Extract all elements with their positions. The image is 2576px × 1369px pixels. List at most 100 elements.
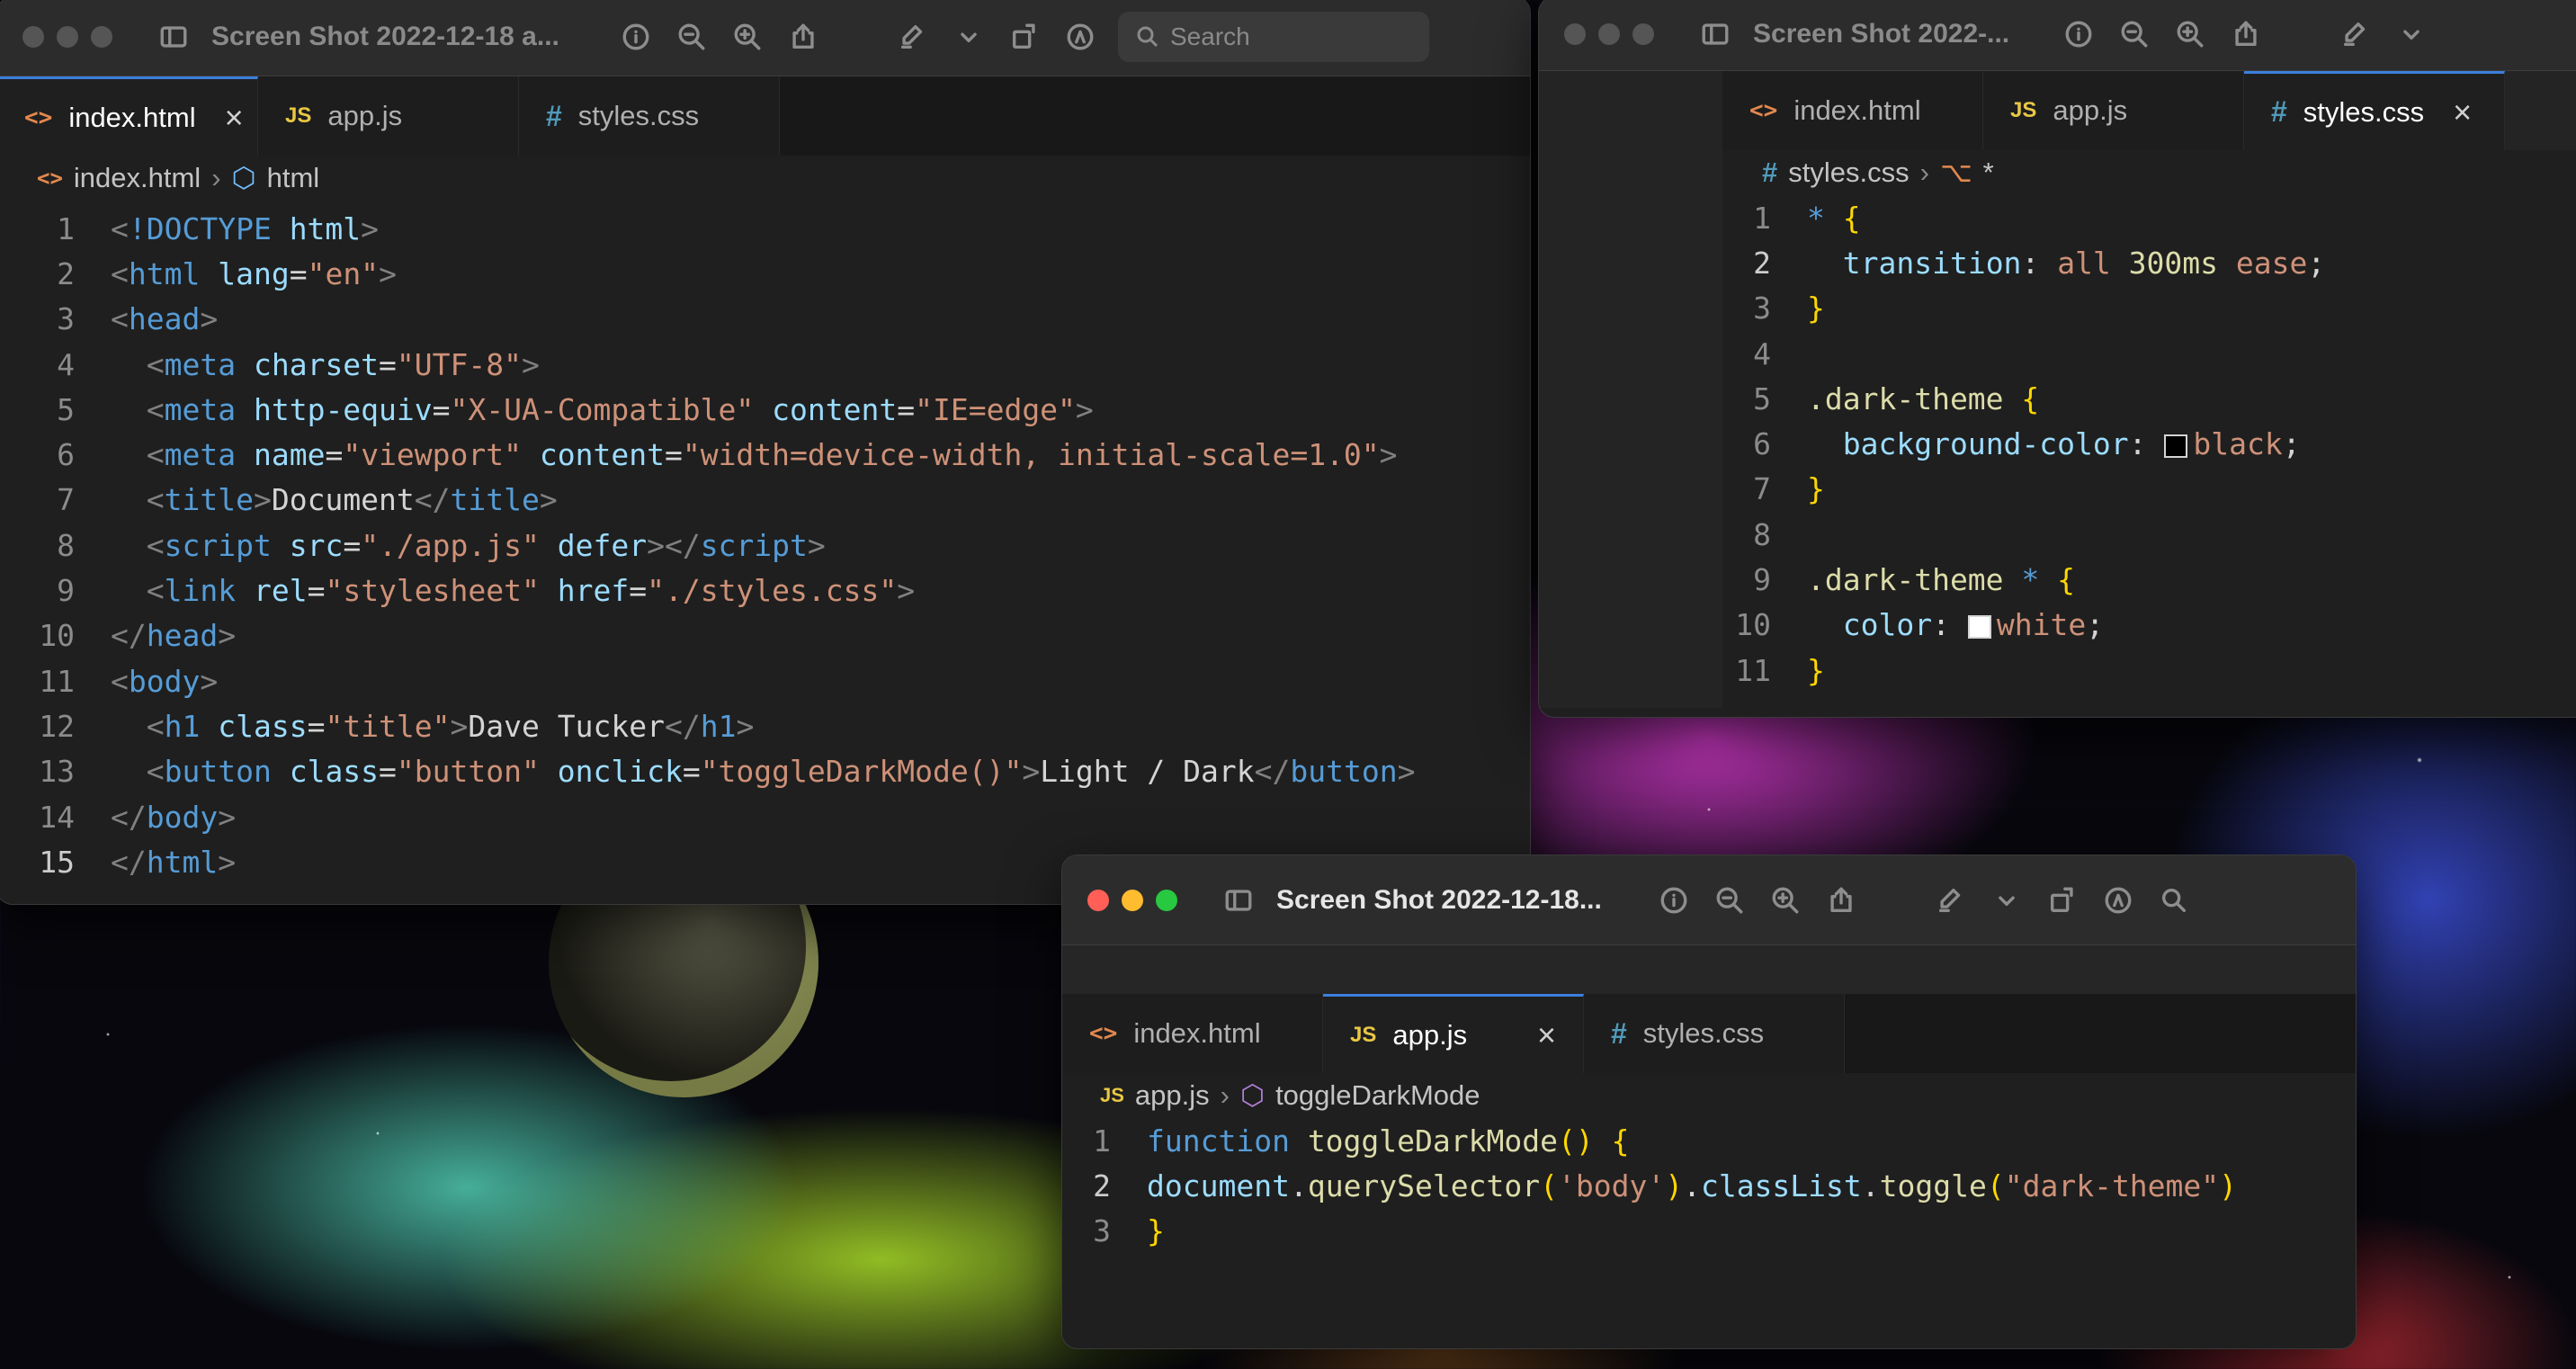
share-icon[interactable] xyxy=(2228,16,2264,52)
line-code: transition: all 300ms ease; xyxy=(1807,245,2326,281)
code-line[interactable]: 8 xyxy=(1722,512,2576,557)
zoom-in-icon[interactable] xyxy=(2172,16,2208,52)
code-line[interactable]: 5 <meta http-equiv="X-UA-Compatible" con… xyxy=(0,387,1530,432)
zoom-button[interactable] xyxy=(1156,889,1177,911)
code-line[interactable]: 3} xyxy=(1062,1209,2356,1254)
annotate-icon[interactable] xyxy=(1062,19,1098,55)
zoom-button[interactable] xyxy=(1632,22,1654,45)
css-file-icon: # xyxy=(2271,95,2287,128)
code-line[interactable]: 7 <title>Document</title> xyxy=(0,478,1530,523)
chevron-down-icon[interactable] xyxy=(1989,882,2025,918)
breadcrumb-file[interactable]: index.html xyxy=(74,162,201,194)
code-line[interactable]: 1 * { xyxy=(1722,195,2576,240)
breadcrumb-symbol[interactable]: * xyxy=(1983,157,1994,189)
sidebar-toggle-icon[interactable] xyxy=(1697,16,1733,52)
code-line[interactable]: 8 <script src="./app.js" defer></script> xyxy=(0,523,1530,568)
code-token: > xyxy=(361,210,380,246)
code-line[interactable]: 4 xyxy=(1722,331,2576,376)
code-line[interactable]: 1 <!DOCTYPE html> xyxy=(0,206,1530,251)
code-line[interactable]: 14 </body> xyxy=(0,794,1530,839)
markup-icon[interactable] xyxy=(2338,16,2374,52)
code-line[interactable]: 11 <body> xyxy=(0,658,1530,703)
code-editor[interactable]: 1 <!DOCTYPE html> 2 <html lang="en"> 3 <head>… xyxy=(0,201,1530,904)
code-line[interactable]: 3 <head> xyxy=(0,297,1530,342)
code-line[interactable]: 10 </head> xyxy=(0,613,1530,658)
code-line[interactable]: 9 <link rel="stylesheet" href="./styles.… xyxy=(0,568,1530,613)
code-line[interactable]: 2 transition: all 300ms ease; xyxy=(1722,240,2576,285)
code-line[interactable]: 2 document.querySelector('body').classLis… xyxy=(1062,1163,2356,1208)
code-line[interactable]: 1 function toggleDarkMode() { xyxy=(1062,1118,2356,1163)
code-line[interactable]: 7} xyxy=(1722,467,2576,512)
line-code: .dark-theme { xyxy=(1807,381,2039,416)
rotate-icon[interactable] xyxy=(1006,19,1042,55)
sidebar-toggle-icon[interactable] xyxy=(1221,882,1257,918)
traffic-lights xyxy=(1564,22,1654,45)
line-number: 5 xyxy=(57,391,75,427)
tab-index-html[interactable]: <> index.html xyxy=(1062,994,1323,1073)
code-line[interactable]: 13 <button class="button" onclick="toggl… xyxy=(0,749,1530,794)
breadcrumb-file[interactable]: app.js xyxy=(1135,1079,1210,1112)
minimize-button[interactable] xyxy=(1122,889,1143,911)
css-file-icon: # xyxy=(1611,1016,1627,1050)
share-icon[interactable] xyxy=(785,19,821,55)
close-button[interactable] xyxy=(22,25,44,48)
code-line[interactable]: 4 <meta charset="UTF-8"> xyxy=(0,342,1530,387)
code-line[interactable]: 12 <h1 class="title">Dave Tucker</h1> xyxy=(0,703,1530,748)
annotate-icon[interactable] xyxy=(2100,882,2136,918)
code-token: ></ xyxy=(647,527,701,563)
zoom-out-icon[interactable] xyxy=(2116,16,2152,52)
info-icon[interactable] xyxy=(618,19,654,55)
code-line[interactable]: 11} xyxy=(1722,648,2576,693)
share-icon[interactable] xyxy=(1823,882,1859,918)
code-line[interactable]: 10 color: white; xyxy=(1722,603,2576,648)
code-token: ( xyxy=(1540,1168,1558,1203)
close-button[interactable] xyxy=(1087,889,1109,911)
close-tab-icon[interactable]: × xyxy=(225,99,244,137)
close-button[interactable] xyxy=(1564,22,1586,45)
code-line[interactable]: 6 <meta name="viewport" content="width=d… xyxy=(0,432,1530,477)
tab-index-html[interactable]: <> index.html xyxy=(1722,71,1983,150)
info-icon[interactable] xyxy=(2061,16,2097,52)
code-editor[interactable]: 1 function toggleDarkMode() {2 document.qu… xyxy=(1062,1118,2356,1298)
code-line[interactable]: 6 background-color: black; xyxy=(1722,421,2576,466)
zoom-in-icon[interactable] xyxy=(1767,882,1803,918)
tab-app-js[interactable]: JS app.js xyxy=(1983,71,2244,150)
color-swatch[interactable] xyxy=(1967,614,1991,639)
breadcrumb-file[interactable]: styles.css xyxy=(1788,157,1909,189)
zoom-out-icon[interactable] xyxy=(674,19,710,55)
minimize-button[interactable] xyxy=(1598,22,1620,45)
markup-icon[interactable] xyxy=(895,19,931,55)
close-tab-icon[interactable]: × xyxy=(2453,94,2472,131)
tab-styles-css[interactable]: # styles.css xyxy=(519,76,780,156)
chevron-down-icon[interactable] xyxy=(2393,16,2429,52)
sidebar-toggle-icon[interactable] xyxy=(156,19,192,55)
close-tab-icon[interactable]: × xyxy=(1537,1016,1556,1054)
tab-styles-css[interactable]: # styles.css xyxy=(1584,994,1845,1073)
code-line[interactable]: 2 <html lang="en"> xyxy=(0,251,1530,296)
code-token: meta xyxy=(164,391,254,427)
line-number: 3 xyxy=(1093,1213,1111,1249)
search-field[interactable]: Search xyxy=(1118,11,1429,62)
breadcrumb-symbol[interactable]: toggleDarkMode xyxy=(1275,1079,1480,1112)
tab-index-html[interactable]: <> index.html × xyxy=(0,76,258,156)
code-line[interactable]: 5 .dark-theme { xyxy=(1722,376,2576,421)
color-swatch[interactable] xyxy=(2164,434,2188,458)
info-icon[interactable] xyxy=(1656,882,1692,918)
html-file-icon: <> xyxy=(37,166,63,191)
tab-styles-css[interactable]: # styles.css × xyxy=(2244,71,2505,150)
code-token: ; xyxy=(2307,245,2326,281)
tab-app-js[interactable]: JS app.js × xyxy=(1323,994,1584,1073)
breadcrumb-symbol[interactable]: html xyxy=(267,162,320,194)
chevron-down-icon[interactable] xyxy=(951,19,987,55)
zoom-out-icon[interactable] xyxy=(1712,882,1748,918)
zoom-in-icon[interactable] xyxy=(729,19,765,55)
code-line[interactable]: 9 .dark-theme * { xyxy=(1722,557,2576,602)
minimize-button[interactable] xyxy=(57,25,78,48)
zoom-button[interactable] xyxy=(91,25,112,48)
markup-icon[interactable] xyxy=(1933,882,1969,918)
rotate-icon[interactable] xyxy=(2044,882,2080,918)
code-line[interactable]: 3} xyxy=(1722,286,2576,331)
tab-app-js[interactable]: JS app.js xyxy=(258,76,519,156)
code-editor[interactable]: 1 * {2 transition: all 300ms ease; 3} 4 5 .da… xyxy=(1722,195,2576,717)
search-icon[interactable] xyxy=(2156,882,2192,918)
